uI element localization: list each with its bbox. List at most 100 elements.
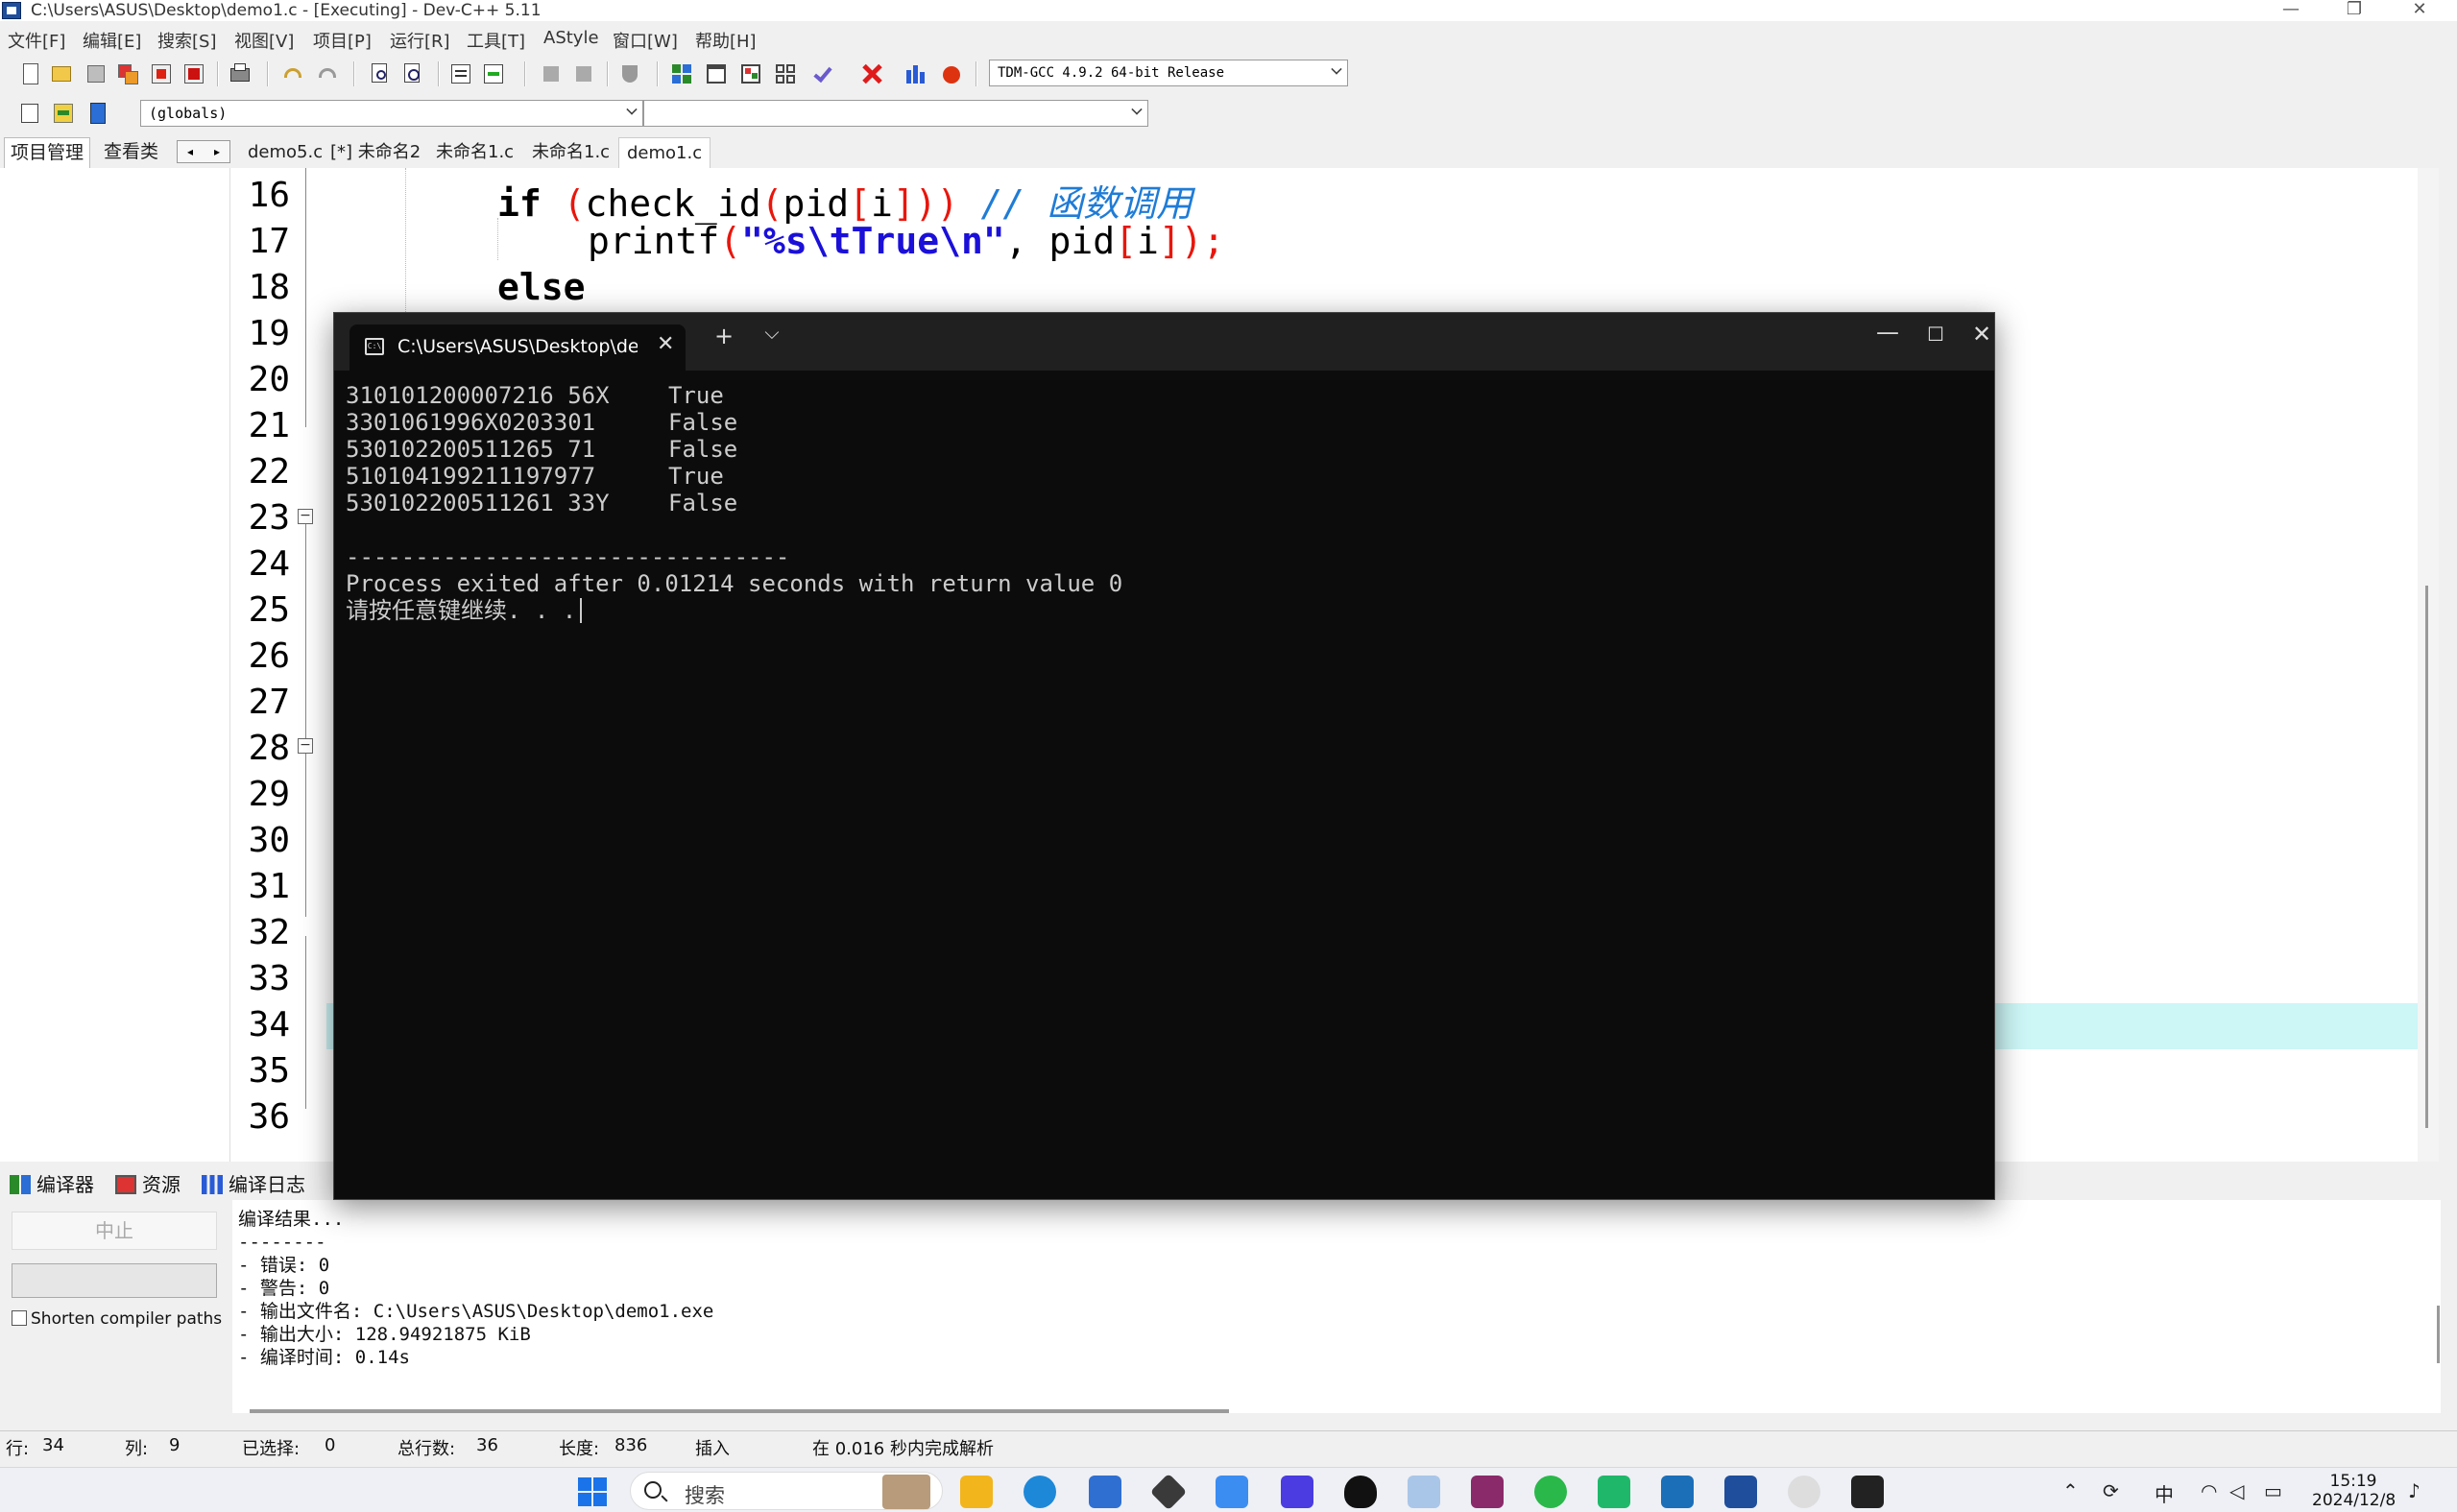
insert-button[interactable] [17,100,44,127]
close-file-button[interactable] [148,60,175,87]
log-vertical-scrollbar[interactable] [2437,1306,2440,1363]
qq-icon[interactable] [1344,1476,1377,1508]
new-file-button[interactable] [17,60,44,87]
menu-edit[interactable]: 编辑[E] [83,28,141,53]
run-button[interactable] [703,60,730,87]
close-all-button[interactable] [181,60,207,87]
terminal-taskbar-icon[interactable] [1851,1476,1884,1508]
chevron-left-icon[interactable]: ◂ [178,141,203,162]
avatar-app-icon[interactable] [1788,1476,1820,1508]
compile-run-button[interactable] [737,60,764,87]
menu-tools[interactable]: 工具[T] [467,28,525,53]
undo-button[interactable] [280,60,307,87]
file-tab-untitled2[interactable]: [*] 未命名2 [330,137,421,168]
scrollbar-thumb[interactable] [2425,586,2428,1128]
file-tab-untitled1-a[interactable]: 未命名1.c [436,137,514,168]
tab-dropdown-button[interactable]: ⌵ [753,321,791,344]
menu-window[interactable]: 窗口[W] [613,28,678,53]
shorten-paths-checkbox[interactable] [12,1310,27,1326]
bilibili-icon[interactable] [1661,1476,1694,1508]
chevron-up-icon[interactable]: ⌃ [2062,1479,2079,1502]
debug-button[interactable] [937,60,964,87]
bookmark-next-button[interactable] [570,60,597,87]
terminal-window[interactable]: C:\ C:\Users\ASUS\Desktop\demo1.exe ✕ + … [333,312,1995,1200]
edge-browser-icon[interactable] [1024,1476,1056,1508]
toggle-bookmark-button[interactable] [50,100,77,127]
ime-indicator[interactable]: 中 [2155,1479,2174,1507]
close-button[interactable]: ✕ [2400,0,2439,21]
menu-astyle[interactable]: AStyle [543,28,599,48]
minimize-button[interactable]: — [2272,0,2310,21]
tab-project-manager[interactable]: 项目管理 [4,137,91,168]
winrar-icon[interactable] [1471,1476,1504,1508]
devcpp-taskbar-icon[interactable] [1724,1476,1757,1508]
menu-run[interactable]: 运行[R] [390,28,450,53]
log-horizontal-scrollbar[interactable] [250,1409,1229,1413]
menu-file[interactable]: 文件[F] [8,28,65,53]
replace-button[interactable] [399,60,426,87]
terminal-tab[interactable]: C:\ C:\Users\ASUS\Desktop\demo1.exe ✕ [349,324,686,371]
open-file-button[interactable] [48,60,75,87]
tab-compiler[interactable]: 编译器 [10,1169,94,1197]
app-green-icon[interactable] [1598,1476,1630,1508]
terminal-close-button[interactable]: ✕ [1963,321,2001,348]
menu-project[interactable]: 项目[P] [313,28,372,53]
print-button[interactable] [227,60,253,87]
editor-vertical-scrollbar[interactable] [2418,168,2439,1162]
compile-button[interactable] [668,60,695,87]
shorten-paths-option[interactable]: Shorten compiler paths [12,1309,222,1329]
comment-button[interactable] [616,60,643,87]
tab-class-browser[interactable]: 查看类 [98,137,164,168]
profile-button[interactable] [903,60,929,87]
file-tab-demo1[interactable]: demo1.c [618,137,711,168]
taskbar-clock[interactable]: 15:19 2024/12/8 [2312,1472,2396,1510]
mathtype-icon[interactable] [1281,1476,1313,1508]
store-icon[interactable] [1089,1476,1121,1508]
sync-icon[interactable]: ⟳ [2103,1479,2119,1502]
new-tab-button[interactable]: + [705,323,743,349]
terminal-output[interactable]: 310101200007216 56X True 3301061996X02033… [346,382,1122,624]
find-button[interactable] [367,60,394,87]
volume-icon[interactable]: ◁ [2229,1479,2244,1502]
abort-compile-button[interactable]: 中止 [12,1212,217,1250]
compiler-select[interactable]: TDM-GCC 4.9.2 64-bit Release [989,60,1348,86]
close-tab-icon[interactable]: ✕ [657,332,674,356]
redo-button[interactable] [313,60,340,87]
scope-select[interactable]: (globals) [140,100,643,127]
terminal-maximize-button[interactable]: ☐ [1916,323,1955,346]
save-button[interactable] [83,60,109,87]
chevron-down-icon [626,104,638,115]
wechat-icon[interactable] [1534,1476,1567,1508]
chevron-right-icon[interactable]: ▸ [205,141,229,162]
wifi-icon[interactable]: ◠ [2201,1479,2217,1502]
check-syntax-button[interactable] [812,60,839,87]
file-explorer-icon[interactable] [960,1476,993,1508]
battery-icon[interactable]: ▭ [2264,1479,2282,1502]
terminal-minimize-button[interactable]: — [1868,319,1907,346]
symbol-select[interactable] [643,100,1148,127]
rebuild-button[interactable] [772,60,799,87]
fold-toggle[interactable]: − [298,738,313,754]
goto-bookmark-button[interactable] [84,100,111,127]
save-all-button[interactable] [115,60,142,87]
menu-view[interactable]: 视图[V] [234,28,294,53]
goto-line-button[interactable] [447,60,474,87]
indent-button[interactable] [480,60,507,87]
app-cube-icon[interactable] [1149,1473,1188,1511]
taskbar-search[interactable]: 搜索 [630,1472,943,1510]
menu-search[interactable]: 搜索[S] [157,28,216,53]
fold-toggle[interactable]: − [298,509,313,524]
menu-help[interactable]: 帮助[H] [695,28,757,53]
restore-button[interactable]: ❐ [2335,0,2373,21]
photos-icon[interactable] [1408,1476,1440,1508]
notification-bell-icon[interactable]: ♪ [2408,1479,2421,1502]
tab-compile-log[interactable]: 编译日志 [202,1169,305,1197]
start-icon[interactable] [576,1476,609,1508]
bookmark-prev-button[interactable] [538,60,565,87]
tab-resources[interactable]: 资源 [115,1169,181,1197]
output-separator: -------------------------------- [346,543,790,570]
file-tab-demo5[interactable]: demo5.c [248,137,323,168]
app-blue-icon[interactable] [1216,1476,1248,1508]
stop-execution-button[interactable] [858,60,885,87]
file-tab-untitled1-b[interactable]: 未命名1.c [532,137,610,168]
